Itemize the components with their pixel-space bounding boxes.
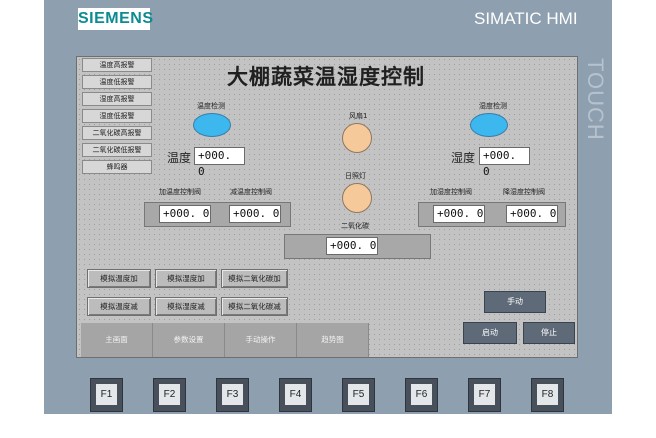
f3-key[interactable]: F3 — [216, 378, 249, 412]
f8-key[interactable]: F8 — [531, 378, 564, 412]
cool-valve-label: 减温度控制阀 — [230, 188, 272, 196]
alarm-temp-high: 温度高报警 — [82, 58, 152, 72]
hmi-screen: 大棚蔬菜温湿度控制 温度高报警 温度低报警 湿度高报警 湿度低报警 二氧化碳高报… — [76, 56, 578, 358]
cool-valve-value-field[interactable]: +000. 0 — [229, 205, 281, 223]
f7-key-label: F7 — [474, 384, 495, 405]
start-button[interactable]: 启动 — [463, 322, 517, 344]
sim-temp-down-button[interactable]: 模拟温度减 — [87, 297, 151, 316]
humidity-detect-label: 湿度检测 — [479, 102, 507, 110]
alarm-humidity-low: 湿度低报警 — [82, 109, 152, 123]
f4-key[interactable]: F4 — [279, 378, 312, 412]
f2-key-label: F2 — [159, 384, 180, 405]
touch-label: TOUCH — [583, 58, 608, 141]
fan-indicator — [342, 123, 372, 153]
fan-label: 风扇1 — [349, 112, 368, 120]
dehumidify-valve-value-field[interactable]: +000. 0 — [506, 205, 558, 223]
humidify-valve-value-field[interactable]: +000. 0 — [433, 205, 485, 223]
f8-key-label: F8 — [537, 384, 558, 405]
f5-key-label: F5 — [348, 384, 369, 405]
f5-key[interactable]: F5 — [342, 378, 375, 412]
temp-label: 温度 — [167, 151, 192, 165]
heat-valve-value-field[interactable]: +000. 0 — [159, 205, 211, 223]
page-title: 大棚蔬菜温湿度控制 — [227, 64, 425, 89]
heat-valve-label: 加温度控制阀 — [159, 188, 201, 196]
humidity-value-field[interactable]: +000. 0 — [479, 147, 530, 178]
nav-parameter-settings[interactable]: 参数设置 — [153, 323, 225, 357]
nav-trend-chart[interactable]: 趋势图 — [297, 323, 369, 357]
alarm-buzzer: 蜂鸣器 — [82, 160, 152, 174]
manual-button[interactable]: 手动 — [484, 291, 546, 313]
siemens-logo: SIEMENS — [78, 8, 153, 30]
alarm-humidity-high: 湿度高报警 — [82, 92, 152, 106]
f1-key[interactable]: F1 — [90, 378, 123, 412]
sim-co2-up-button[interactable]: 模拟二氧化碳加 — [221, 269, 288, 288]
humidify-valve-label: 加湿度控制阀 — [430, 188, 472, 196]
alarm-co2-high: 二氧化碳高报警 — [82, 126, 152, 140]
sim-humidity-down-button[interactable]: 模拟湿度减 — [155, 297, 217, 316]
f2-key[interactable]: F2 — [153, 378, 186, 412]
f6-key[interactable]: F6 — [405, 378, 438, 412]
alarm-temp-low: 温度低报警 — [82, 75, 152, 89]
stop-button[interactable]: 停止 — [523, 322, 575, 344]
sunlamp-indicator — [342, 183, 372, 213]
temp-detect-label: 温度检测 — [197, 102, 225, 110]
sim-temp-up-button[interactable]: 模拟温度加 — [87, 269, 151, 288]
nav-manual-operation[interactable]: 手动操作 — [225, 323, 297, 357]
f3-key-label: F3 — [222, 384, 243, 405]
alarm-co2-low: 二氧化碳低报警 — [82, 143, 152, 157]
humidity-label: 湿度 — [451, 151, 476, 165]
sim-humidity-up-button[interactable]: 模拟湿度加 — [155, 269, 217, 288]
nav-main-screen[interactable]: 主画面 — [81, 323, 153, 357]
co2-value-field[interactable]: +000. 0 — [326, 237, 378, 255]
dehumidify-valve-label: 降湿度控制阀 — [503, 188, 545, 196]
f7-key[interactable]: F7 — [468, 378, 501, 412]
product-name: SIMATIC HMI — [474, 9, 578, 28]
humidity-detect-indicator — [470, 113, 508, 137]
f4-key-label: F4 — [285, 384, 306, 405]
f6-key-label: F6 — [411, 384, 432, 405]
temp-detect-indicator — [193, 113, 231, 137]
f1-key-label: F1 — [96, 384, 117, 405]
sunlamp-label: 日照灯 — [345, 172, 366, 180]
sim-co2-down-button[interactable]: 模拟二氧化碳减 — [221, 297, 288, 316]
co2-label: 二氧化碳 — [341, 222, 369, 230]
temp-value-field[interactable]: +000. 0 — [194, 147, 245, 178]
